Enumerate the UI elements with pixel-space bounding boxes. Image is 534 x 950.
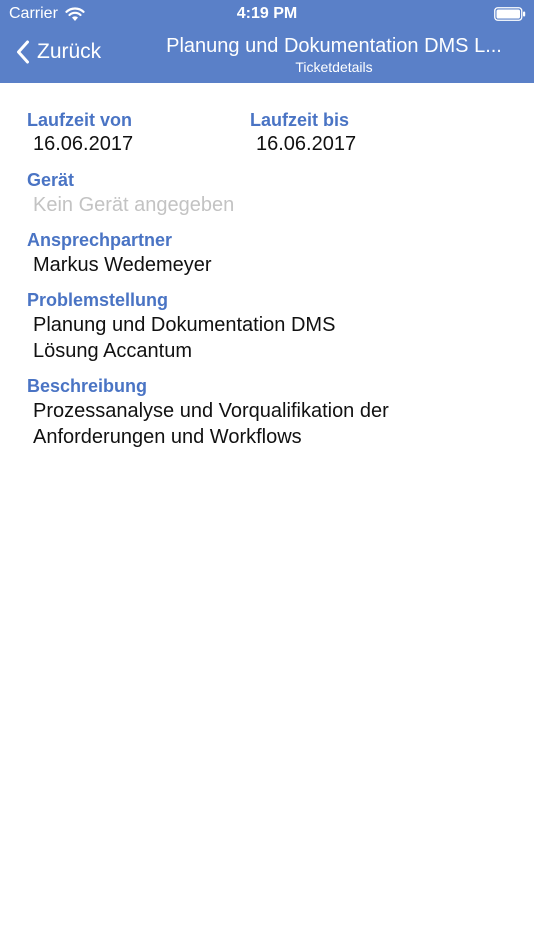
geraet-value: Kein Gerät angegeben [33, 194, 235, 216]
problemstellung-label: Problemstellung [27, 290, 169, 310]
beschreibung-line-2: Anforderungen und Workflows [33, 426, 302, 448]
status-time: 4:19 PM [236, 5, 298, 22]
laufzeit-von-label: Laufzeit von [27, 110, 133, 130]
chevron-left-icon [17, 40, 29, 64]
page-subtitle: Ticketdetails [295, 59, 373, 75]
beschreibung-label: Beschreibung [27, 376, 148, 396]
ansprechpartner-label: Ansprechpartner [27, 230, 173, 250]
ansprechpartner-value: Markus Wedemeyer [33, 254, 212, 276]
laufzeit-von-value: 16.06.2017 [33, 133, 134, 155]
laufzeit-bis-label: Laufzeit bis [250, 110, 350, 130]
beschreibung-line-1: Prozessanalyse und Vorqualifikation der [33, 400, 389, 422]
header: Carrier 4:19 PM Zurück Planung und Dokum… [0, 0, 534, 83]
geraet-label: Gerät [27, 170, 75, 190]
problemstellung-line-2: Lösung Accantum [33, 340, 192, 362]
back-label: Zurück [37, 40, 102, 63]
status-bar: Carrier 4:19 PM [0, 0, 534, 28]
nav-title-block: Planung und Dokumentation DMS L... Ticke… [150, 34, 518, 76]
navigation-bar: Zurück Planung und Dokumentation DMS L..… [0, 28, 534, 83]
laufzeit-bis-value: 16.06.2017 [256, 133, 357, 155]
problemstellung-line-1: Planung und Dokumentation DMS [33, 314, 336, 336]
page-title: Planung und Dokumentation DMS L... [166, 35, 502, 57]
battery-icon [494, 7, 526, 21]
back-button[interactable]: Zurück [16, 40, 101, 64]
